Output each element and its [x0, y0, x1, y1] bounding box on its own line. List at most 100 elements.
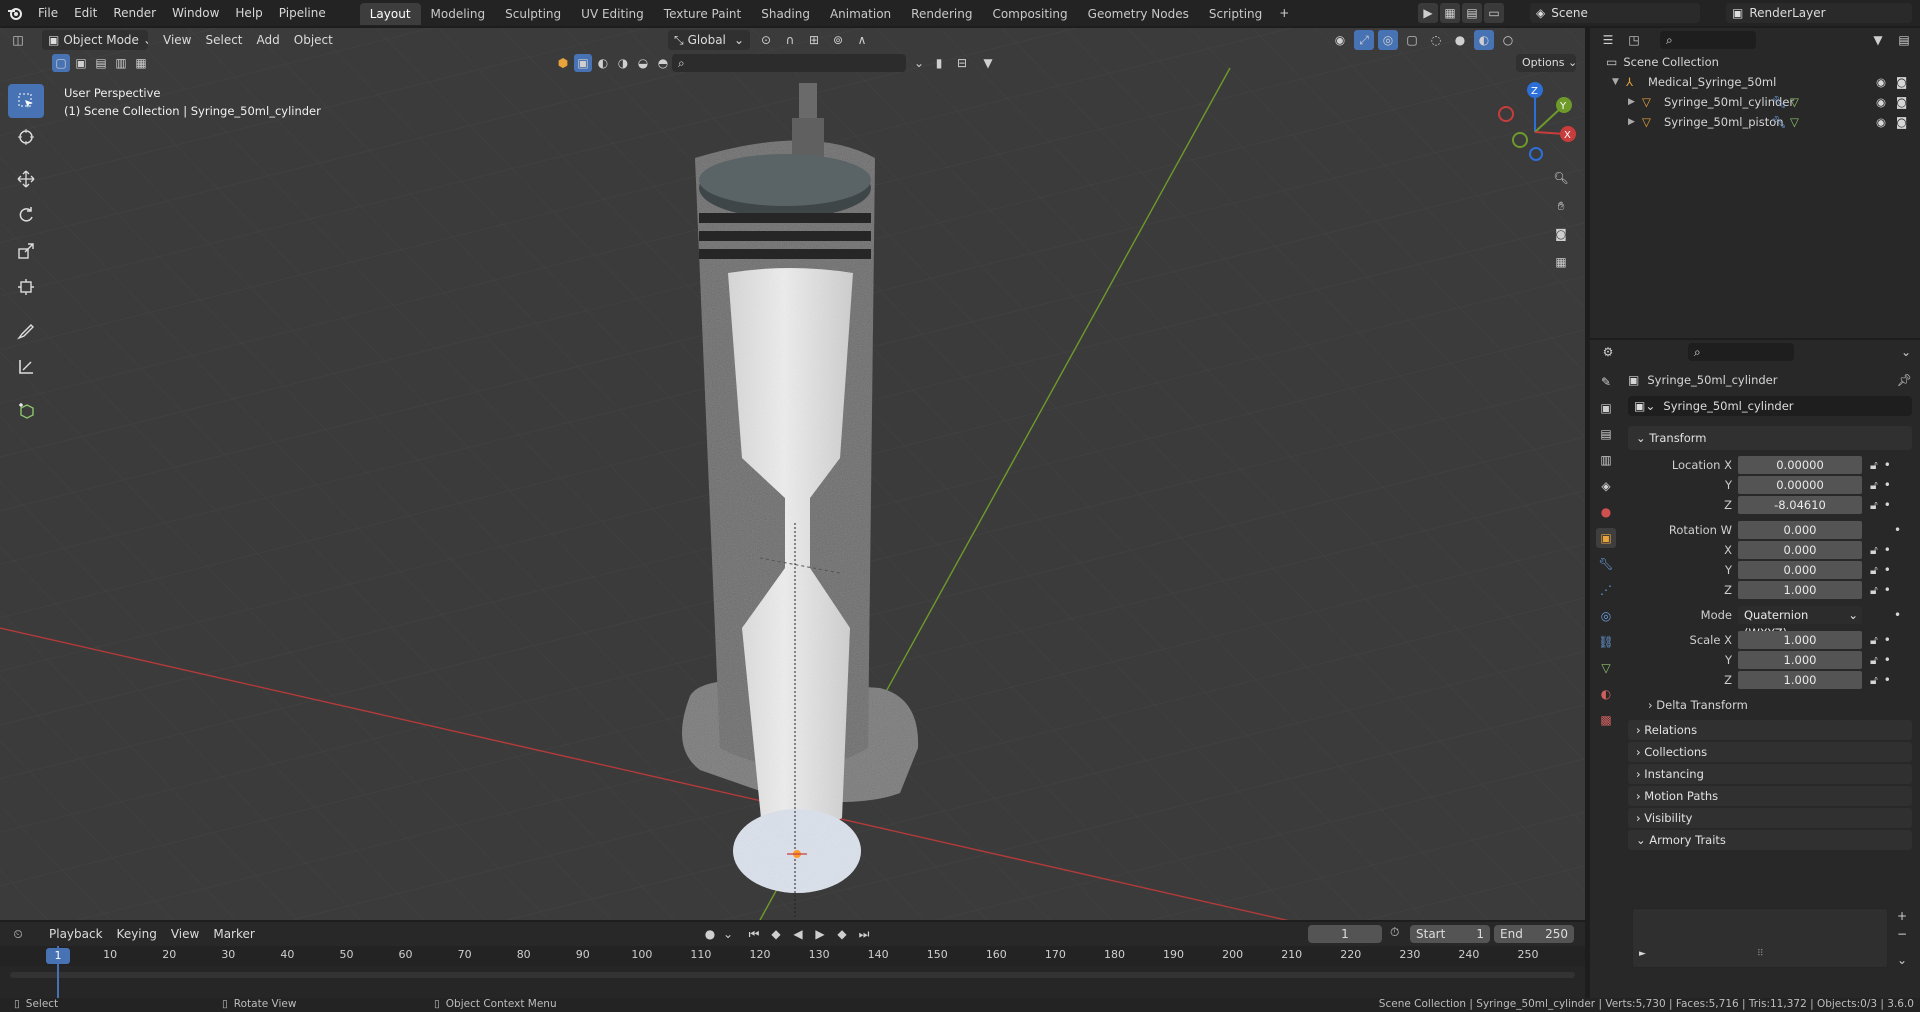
jump-end-icon[interactable]: ⏭: [854, 924, 874, 944]
menu-pipeline[interactable]: Pipeline: [271, 0, 334, 26]
workspace-tab-uv-editing[interactable]: UV Editing: [571, 3, 654, 25]
expand-icon[interactable]: ►: [1639, 949, 1646, 959]
texture-icon[interactable]: ◑: [614, 54, 632, 72]
layout-icon[interactable]: ⊟: [950, 54, 974, 72]
overlay-toggle-icon[interactable]: ◎: [1378, 30, 1398, 50]
measure-icon[interactable]: [8, 350, 44, 384]
pin-icon[interactable]: 📌︎: [1897, 373, 1912, 387]
eye-visibility-icon[interactable]: ◉: [1876, 75, 1886, 89]
expand-arrow-right-icon[interactable]: ▶: [1628, 117, 1642, 127]
select-invert-icon[interactable]: ▥: [112, 54, 130, 72]
options-button[interactable]: Options ⌄: [1516, 54, 1576, 72]
keyframe-dot-icon[interactable]: •: [1884, 653, 1891, 667]
scale-y-field[interactable]: 1.000: [1738, 651, 1862, 669]
menu-window[interactable]: Window: [164, 0, 227, 26]
scale-x-field[interactable]: 1.000: [1738, 631, 1862, 649]
timeline-ruler[interactable]: 1102030405060708090100110120130140150160…: [0, 946, 1585, 966]
material-tab-icon[interactable]: ◐: [1596, 684, 1616, 704]
menu-render[interactable]: Render: [105, 0, 164, 26]
lock-icon[interactable]: 🔓︎: [1870, 498, 1878, 513]
annotate-icon[interactable]: [8, 314, 44, 348]
timeline-menu-keying[interactable]: Keying: [110, 924, 164, 944]
bookmark-icon[interactable]: ▮: [930, 54, 948, 72]
proportional-edit-icon[interactable]: ⊚: [828, 30, 848, 50]
outliner-row[interactable]: ▶ ▽ Syringe_50ml_cylinder 🔧︎ ▽ ◉ ◙: [1590, 92, 1920, 112]
timeline-editor-icon[interactable]: ⏲: [8, 924, 28, 944]
play-icon[interactable]: ▶: [810, 924, 830, 944]
outliner-row[interactable]: ▼ ⅄ Medical_Syringe_50ml ◉ ◙: [1590, 72, 1920, 92]
panel-armory-traits[interactable]: ⌄ Armory Traits: [1628, 830, 1912, 850]
random-icon[interactable]: ◓: [654, 54, 672, 72]
chevron-down-icon[interactable]: ⌄: [722, 924, 734, 944]
workspace-tab-animation[interactable]: Animation: [820, 3, 901, 25]
menu-help[interactable]: Help: [227, 0, 270, 26]
panel-collections[interactable]: › Collections: [1628, 742, 1912, 762]
lock-icon[interactable]: 🔓︎: [1870, 563, 1878, 578]
filter-icon[interactable]: ▼: [976, 54, 1000, 72]
workspace-tab-scripting[interactable]: Scripting: [1199, 3, 1272, 25]
chevron-down-icon[interactable]: ⌄: [1896, 342, 1916, 362]
eye-visibility-icon[interactable]: ◉: [1876, 95, 1886, 109]
rotation-w-field[interactable]: 0.000: [1738, 521, 1862, 539]
workspace-tab-layout[interactable]: Layout: [359, 3, 421, 25]
expand-arrow-down-icon[interactable]: ▼: [1612, 77, 1626, 87]
modifier-wrench-icon[interactable]: 🔧︎: [1772, 115, 1787, 129]
start-frame-field[interactable]: Start 1: [1410, 925, 1490, 943]
menu-edit[interactable]: Edit: [66, 0, 105, 26]
filter-icon[interactable]: ▼: [1868, 30, 1888, 50]
keyframe-dot-icon[interactable]: •: [1884, 478, 1891, 492]
render-tab-icon[interactable]: ▣: [1596, 398, 1616, 418]
location-z-field[interactable]: -8.04610: [1738, 496, 1862, 514]
rotation-x-field[interactable]: 0.000: [1738, 541, 1862, 559]
transform-orientation[interactable]: ⤡ Global ⌄: [668, 30, 750, 50]
eye-visibility-icon[interactable]: ◉: [1876, 115, 1886, 129]
viewport-menu-select[interactable]: Select: [198, 30, 249, 50]
editor-type-icon[interactable]: ◫: [8, 30, 28, 50]
camera-view-icon[interactable]: ◙: [1551, 224, 1571, 244]
lock-icon[interactable]: 🔓︎: [1870, 458, 1878, 473]
snap-target-icon[interactable]: ⊞: [804, 30, 824, 50]
expand-arrow-right-icon[interactable]: ▶: [1628, 97, 1642, 107]
new-collection-icon[interactable]: ▤: [1894, 30, 1914, 50]
scene-tab-icon[interactable]: ◈: [1596, 476, 1616, 496]
select-new-icon[interactable]: ▢: [52, 54, 70, 72]
3d-viewport[interactable]: User Perspective (1) Scene Collection | …: [0, 28, 1585, 920]
prev-keyframe-icon[interactable]: ◆: [766, 924, 786, 944]
mesh-data-icon[interactable]: ▽: [1790, 95, 1799, 109]
outliner-search-input[interactable]: ⌕: [1660, 31, 1756, 49]
view-layer-tab-icon[interactable]: ▥: [1596, 450, 1616, 470]
keyframe-dot-icon[interactable]: •: [1884, 458, 1891, 472]
jump-start-icon[interactable]: ⏮: [744, 924, 764, 944]
material-icon[interactable]: ◐: [594, 54, 612, 72]
camera-render-icon[interactable]: ◙: [1896, 75, 1907, 89]
end-frame-field[interactable]: End 250: [1494, 925, 1574, 943]
particles-tab-icon[interactable]: ⋰: [1596, 580, 1616, 600]
record-icon[interactable]: ●: [700, 924, 720, 944]
armory-traits-list[interactable]: ► ⠿: [1632, 908, 1888, 968]
rotation-z-field[interactable]: 1.000: [1738, 581, 1862, 599]
workspace-tab-geometry-nodes[interactable]: Geometry Nodes: [1078, 3, 1199, 25]
physics-tab-icon[interactable]: ◎: [1596, 606, 1616, 626]
rendered-shading-icon[interactable]: ○: [1498, 30, 1518, 50]
workspace-tab-texture-paint[interactable]: Texture Paint: [654, 3, 751, 25]
xray-icon[interactable]: ▢: [1402, 30, 1422, 50]
texture-tab-icon[interactable]: ▩: [1596, 710, 1616, 730]
rotate-icon[interactable]: [8, 198, 44, 232]
resize-handle-icon[interactable]: ⠿: [1757, 949, 1764, 959]
workspace-tab-rendering[interactable]: Rendering: [901, 3, 982, 25]
viewport-search-input[interactable]: ⌕: [672, 54, 906, 72]
play-reverse-icon[interactable]: ◀: [788, 924, 808, 944]
keyframe-dot-icon[interactable]: •: [1884, 633, 1891, 647]
add-workspace-icon[interactable]: +: [1274, 3, 1294, 23]
constraints-tab-icon[interactable]: ⛓: [1596, 632, 1616, 652]
add-trait-icon[interactable]: +: [1894, 908, 1910, 924]
clock-icon[interactable]: ⏱: [1390, 925, 1399, 940]
location-x-field[interactable]: 0.00000: [1738, 456, 1862, 474]
camera-render-icon[interactable]: ◙: [1896, 95, 1907, 109]
solid-icon[interactable]: ▣: [574, 54, 592, 72]
remove-trait-icon[interactable]: −: [1894, 926, 1910, 942]
transform-icon[interactable]: [8, 270, 44, 304]
zoom-icon[interactable]: 🔍︎: [1551, 168, 1571, 188]
mesh-data-icon[interactable]: ▽: [1790, 115, 1799, 129]
material-shading-icon[interactable]: ◐: [1474, 30, 1494, 50]
